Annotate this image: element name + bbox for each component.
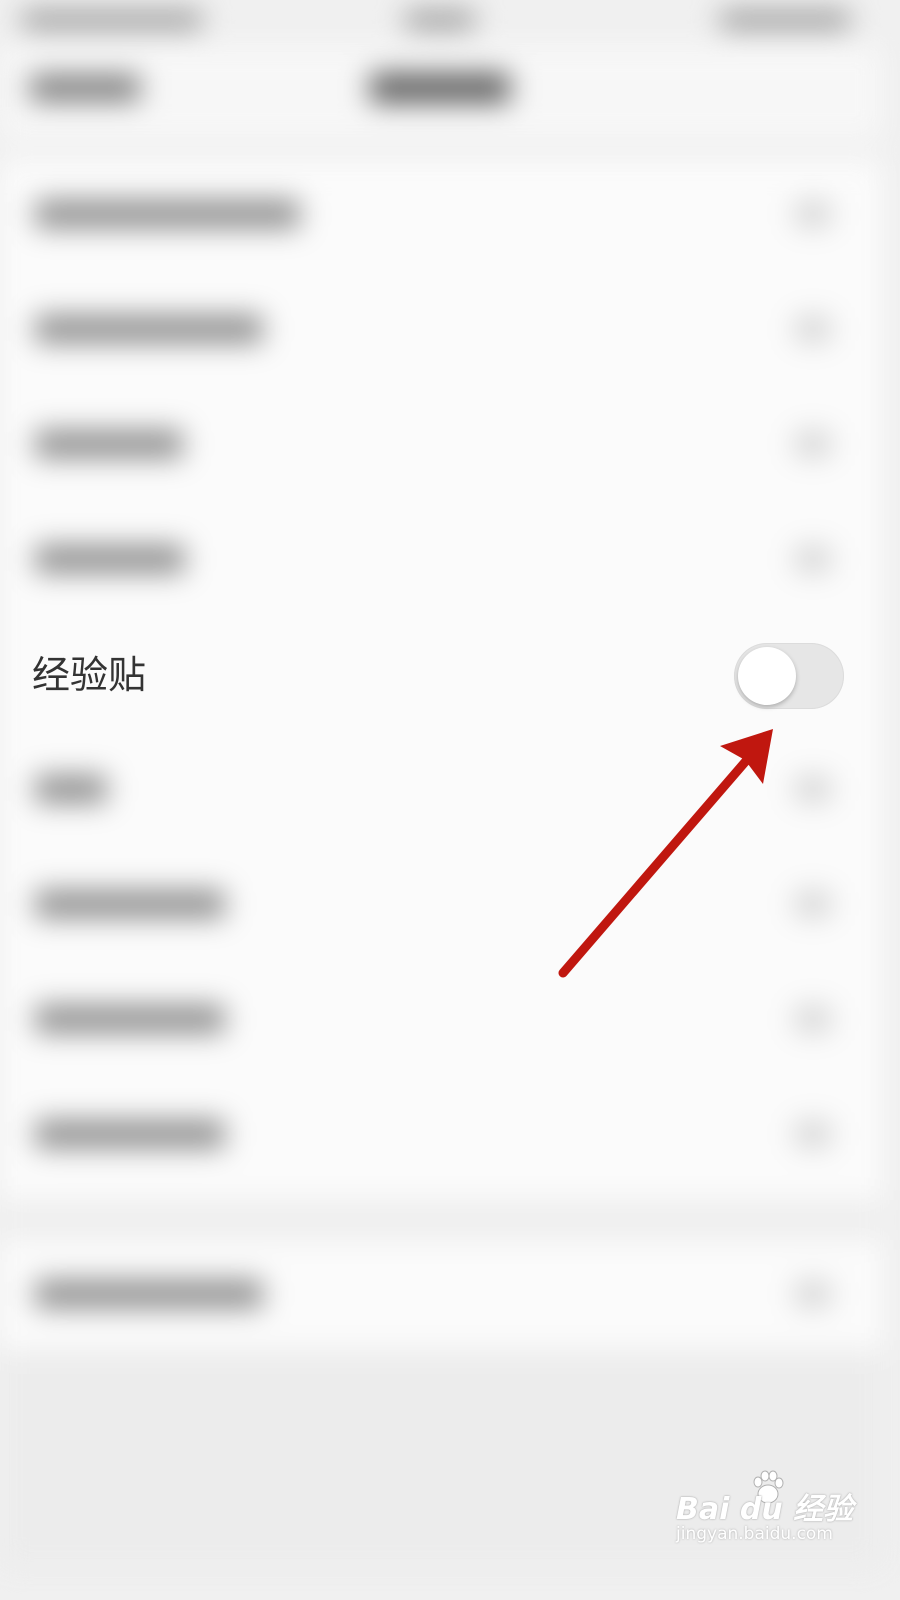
chevron-right-icon: [795, 546, 831, 572]
setting-row-experience-post: 经验贴: [0, 618, 882, 734]
watermark-url: jingyan.baidu.com: [676, 1524, 833, 1544]
list-item[interactable]: [35, 1005, 225, 1033]
list-item[interactable]: [35, 1120, 225, 1148]
baidu-jingyan-watermark: Bai du 经验 jingyan.baidu.com: [676, 1470, 856, 1550]
list-item[interactable]: [35, 430, 183, 458]
chevron-right-icon: [795, 201, 831, 227]
status-bar: [0, 0, 882, 45]
toggle-knob: [738, 647, 796, 705]
chevron-right-icon: [795, 776, 831, 802]
setting-label: 经验贴: [32, 653, 147, 697]
list-item[interactable]: [35, 775, 107, 803]
list-item[interactable]: [35, 315, 263, 343]
section-divider: [0, 1200, 882, 1240]
list-item[interactable]: [35, 1280, 263, 1308]
chevron-right-icon: [795, 316, 831, 342]
list-item[interactable]: [35, 890, 225, 918]
experience-post-toggle[interactable]: [734, 643, 844, 709]
list-item[interactable]: [35, 545, 185, 573]
app-screen: 经验贴 Bai du 经验 jingyan.baidu.com: [0, 0, 882, 1568]
chevron-right-icon: [795, 431, 831, 457]
chevron-right-icon: [795, 1281, 831, 1307]
blurred-background: [0, 0, 882, 1568]
back-button[interactable]: [30, 75, 140, 101]
page-title: [370, 73, 510, 103]
settings-list-secondary: [0, 1240, 882, 1350]
chevron-right-icon: [795, 1006, 831, 1032]
list-item[interactable]: [35, 200, 300, 228]
chevron-right-icon: [795, 1121, 831, 1147]
chevron-right-icon: [795, 891, 831, 917]
nav-bar: [0, 45, 882, 140]
watermark-logo-text: Bai du 经验: [676, 1492, 854, 1527]
